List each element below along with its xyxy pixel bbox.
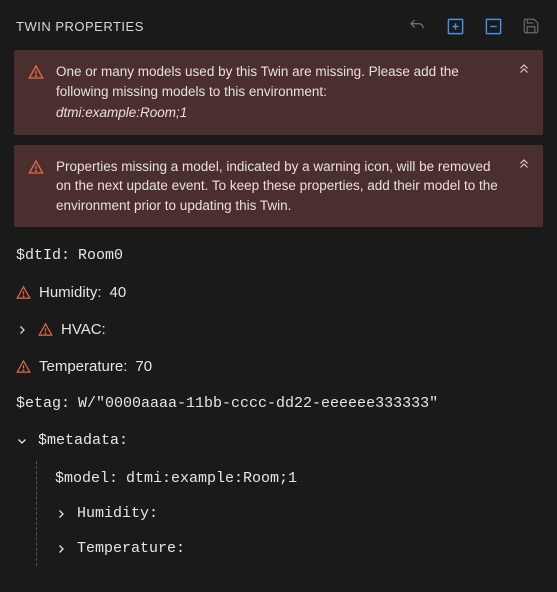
chevron-up-double-icon [517,157,531,171]
alert-collapse-button[interactable] [517,62,531,79]
metadata-children: $model: dtmi:example:Room;1 Humidity: Te… [36,461,543,566]
header-actions [407,16,541,36]
property-metadata[interactable]: $metadata: [14,422,543,459]
collapse-all-icon [484,17,503,36]
chevron-down-icon [16,435,28,447]
property-label: $metadata: [38,430,128,451]
property-label: Humidity: [39,282,102,303]
chevron-right-icon [55,508,67,520]
alert-missing-models: One or many models used by this Twin are… [14,50,543,135]
expand-all-button[interactable] [445,16,465,36]
warning-icon [16,359,31,374]
save-button[interactable] [521,16,541,36]
expand-toggle[interactable] [55,508,69,520]
alert-model-id: dtmi:example:Room;1 [56,103,505,123]
warning-icon [28,64,44,83]
save-icon [522,17,540,35]
property-hvac[interactable]: HVAC: [14,311,543,348]
expand-toggle[interactable] [16,435,30,447]
twin-properties-panel: TWIN PROPERTIES One or many models used … [0,0,557,580]
property-label: $etag: [16,393,70,414]
warning-icon [38,322,53,337]
property-humidity[interactable]: Humidity: 40 [14,274,543,311]
expand-toggle[interactable] [55,543,69,555]
property-metadata-model: $model: dtmi:example:Room;1 [55,461,543,496]
property-dtid: $dtId: Room0 [14,237,543,274]
expand-all-icon [446,17,465,36]
expand-toggle[interactable] [16,324,30,336]
warning-icon [28,159,44,178]
chevron-right-icon [16,324,28,336]
property-temperature[interactable]: Temperature: 70 [14,348,543,385]
properties-list: $dtId: Room0 Humidity: 40 HVAC: Temperat… [14,237,543,566]
alert-message: One or many models used by this Twin are… [56,64,459,99]
property-value: 40 [110,282,127,303]
alert-text: Properties missing a model, indicated by… [56,157,529,216]
undo-button[interactable] [407,16,427,36]
property-label: Temperature: [77,538,185,559]
panel-title: TWIN PROPERTIES [16,19,144,34]
alert-collapse-button[interactable] [517,157,531,174]
property-label: Temperature: [39,356,127,377]
chevron-up-double-icon [517,62,531,76]
undo-icon [408,17,426,35]
property-label: $dtId: [16,245,70,266]
alert-text: One or many models used by this Twin are… [56,62,529,123]
property-etag: $etag: W/"0000aaaa-11bb-cccc-dd22-eeeeee… [14,385,543,422]
property-value: Room0 [78,245,123,266]
property-label: $model: [55,468,118,489]
property-value: W/"0000aaaa-11bb-cccc-dd22-eeeeee333333" [78,393,438,414]
property-label: HVAC: [61,319,106,340]
property-value: dtmi:example:Room;1 [126,468,297,489]
alert-properties-missing-model: Properties missing a model, indicated by… [14,145,543,228]
panel-header: TWIN PROPERTIES [14,10,543,50]
alert-message: Properties missing a model, indicated by… [56,159,498,213]
property-metadata-humidity[interactable]: Humidity: [55,496,543,531]
property-value: 70 [135,356,152,377]
warning-icon [16,285,31,300]
collapse-all-button[interactable] [483,16,503,36]
property-label: Humidity: [77,503,158,524]
property-metadata-temperature[interactable]: Temperature: [55,531,543,566]
chevron-right-icon [55,543,67,555]
